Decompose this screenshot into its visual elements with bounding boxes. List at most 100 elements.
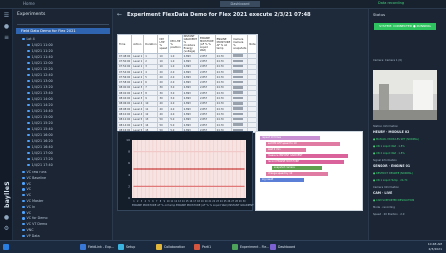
snapshot-thumbnail[interactable] bbox=[233, 75, 244, 79]
sidebar-sub-label: VC bbox=[26, 193, 32, 198]
taskbar-app-icon[interactable] bbox=[118, 244, 124, 250]
brand-logo: baylleS bbox=[3, 181, 11, 208]
snapshot-thumbnail[interactable] bbox=[233, 102, 244, 105]
status-field-label: Signal Information bbox=[373, 159, 397, 162]
x-tick-label: 4 bbox=[145, 200, 147, 203]
code-block[interactable]: log result bbox=[260, 178, 304, 182]
data-table: Time Action Duration DM LHP % speed DM LHP %… bbox=[116, 34, 258, 134]
taskbar-app-icon[interactable] bbox=[80, 244, 86, 250]
snapshot-thumbnail[interactable] bbox=[233, 118, 244, 121]
sidebar-item-label: 1/4/21 13:00 bbox=[31, 79, 53, 83]
taskbar-app[interactable]: FieldLink - Exp... bbox=[88, 243, 114, 252]
center-tab[interactable]: Dashboard bbox=[220, 1, 260, 7]
user-icon[interactable]: ● bbox=[3, 23, 10, 30]
column-header[interactable]: ENGINE MOISTURE (AF % % Liquid Wet) bbox=[198, 34, 216, 54]
sidebar-selected-item[interactable]: Field Data Demo for Flex 2021 bbox=[16, 28, 110, 34]
sidebar-item-label: 1/4/21 14:00 bbox=[31, 97, 53, 101]
block-program-editor[interactable]: repeat 10 times set DM LHP speed to 10 wai… bbox=[255, 131, 363, 211]
data-point bbox=[171, 168, 173, 170]
code-block[interactable]: record ENGINE MOISTURE bbox=[266, 160, 344, 164]
data-point bbox=[216, 151, 219, 153]
snapshot-thumbnail[interactable] bbox=[233, 59, 244, 63]
sidebar-sub-label: VNC bbox=[26, 228, 34, 232]
data-point bbox=[178, 185, 181, 187]
status-field-label: ● UN 1 Liquid Temp · 24.7C bbox=[373, 179, 408, 182]
taskbar-app[interactable]: Experiment - Fle... bbox=[240, 243, 269, 252]
column-header[interactable]: Time bbox=[116, 34, 133, 54]
snapshot-thumbnail[interactable] bbox=[233, 91, 244, 94]
data-point bbox=[205, 151, 207, 153]
start-icon[interactable] bbox=[3, 244, 9, 250]
column-header[interactable]: Duration bbox=[143, 34, 159, 54]
snapshot-thumbnail[interactable] bbox=[233, 107, 244, 110]
code-block[interactable]: measure INSTANT GRADIENT bbox=[266, 154, 348, 158]
camera-snapshot[interactable] bbox=[373, 70, 437, 120]
data-point bbox=[220, 168, 222, 170]
taskbar-app-icon[interactable] bbox=[270, 244, 276, 250]
code-block[interactable]: repeat 10 times bbox=[260, 136, 320, 140]
snapshot-thumbnail[interactable] bbox=[233, 65, 244, 68]
data-point bbox=[167, 185, 169, 187]
settings-icon[interactable]: ⚙ bbox=[3, 225, 10, 232]
column-header[interactable]: DM LHP % position bbox=[168, 34, 183, 54]
code-block[interactable]: set DM LHP speed to 10 bbox=[266, 142, 340, 146]
taskbar-app[interactable]: Parti1 bbox=[202, 243, 211, 252]
code-block[interactable]: change speed by 10 bbox=[266, 172, 328, 176]
item-dot-icon bbox=[27, 43, 30, 47]
data-point bbox=[171, 185, 173, 187]
data-point bbox=[213, 151, 215, 153]
data-point bbox=[232, 151, 234, 153]
snapshot-thumbnail[interactable] bbox=[233, 81, 244, 84]
data-point bbox=[216, 168, 219, 170]
info-icon[interactable]: ● bbox=[3, 214, 10, 221]
menu-icon[interactable]: ☰ bbox=[3, 12, 10, 19]
experiments-sidebar: Experiments Field Data Demo for Flex 202… bbox=[13, 9, 118, 240]
data-point bbox=[144, 168, 146, 170]
home-link[interactable]: Home bbox=[23, 1, 35, 6]
snapshot-thumbnail[interactable] bbox=[233, 86, 244, 89]
data-point bbox=[232, 185, 234, 187]
taskbar-app[interactable]: Dashboard bbox=[278, 243, 295, 252]
column-header[interactable]: Action bbox=[131, 34, 145, 54]
sidebar-sub-label: VC for Demo bbox=[26, 216, 48, 221]
data-point bbox=[213, 185, 215, 187]
sidebar-sub-item[interactable]: VP Data bbox=[22, 233, 40, 239]
snapshot-thumbnail[interactable] bbox=[233, 96, 244, 100]
y-tick-label: 4 bbox=[128, 173, 130, 177]
data-point bbox=[243, 168, 245, 170]
data-point bbox=[140, 168, 143, 170]
snapshot-thumbnail[interactable] bbox=[233, 70, 244, 73]
sub-dot-icon bbox=[22, 222, 25, 226]
taskbar-app[interactable]: Collaboration bbox=[164, 243, 185, 252]
taskbar-app[interactable]: Setup bbox=[126, 243, 135, 252]
line-chart: 10864201 2 3 4 5 6 7 8 9 10 11 12 13 14 15 16 17 18 19 20 21… bbox=[126, 138, 246, 203]
taskbar-app-icon[interactable] bbox=[232, 244, 238, 250]
column-header[interactable]: INSTANT GRADIENT % moisture Energy (volt… bbox=[181, 34, 200, 54]
snapshot-thumbnail[interactable] bbox=[233, 123, 244, 126]
column-header[interactable]: Camera Camera % snapshots bbox=[231, 34, 249, 54]
sidebar-search[interactable] bbox=[17, 20, 109, 25]
table-scrollbar[interactable] bbox=[256, 34, 258, 144]
data-point bbox=[182, 185, 184, 187]
sidebar-item[interactable]: 1/4/21 17:40 bbox=[27, 162, 118, 168]
item-dot-icon bbox=[27, 151, 30, 155]
data-point bbox=[194, 151, 196, 153]
status-field-label: ● UN 2 Liquid Wet · 1.8% bbox=[373, 152, 405, 155]
code-block[interactable]: snapshot camera bbox=[272, 166, 322, 170]
data-point bbox=[137, 185, 139, 187]
list-icon[interactable]: ≡ bbox=[3, 34, 10, 41]
code-block[interactable]: wait 2 min bbox=[266, 148, 306, 152]
taskbar-app-icon[interactable] bbox=[194, 244, 200, 250]
item-dot-icon bbox=[27, 109, 30, 113]
data-point bbox=[190, 168, 192, 170]
snapshot-thumbnail[interactable] bbox=[233, 54, 244, 57]
taskbar-app-icon[interactable] bbox=[156, 244, 162, 250]
column-header[interactable]: DM LHP % speed bbox=[157, 34, 170, 54]
sub-dot-icon bbox=[22, 205, 25, 209]
back-icon[interactable]: ← bbox=[117, 11, 122, 18]
data-point bbox=[205, 168, 207, 170]
snapshot-thumbnail[interactable] bbox=[233, 112, 244, 116]
column-header[interactable]: ENGINE MOISTURE AF % oil temp bbox=[214, 34, 233, 54]
sidebar-sub-label: VC bbox=[26, 181, 32, 186]
data-point bbox=[190, 151, 192, 153]
